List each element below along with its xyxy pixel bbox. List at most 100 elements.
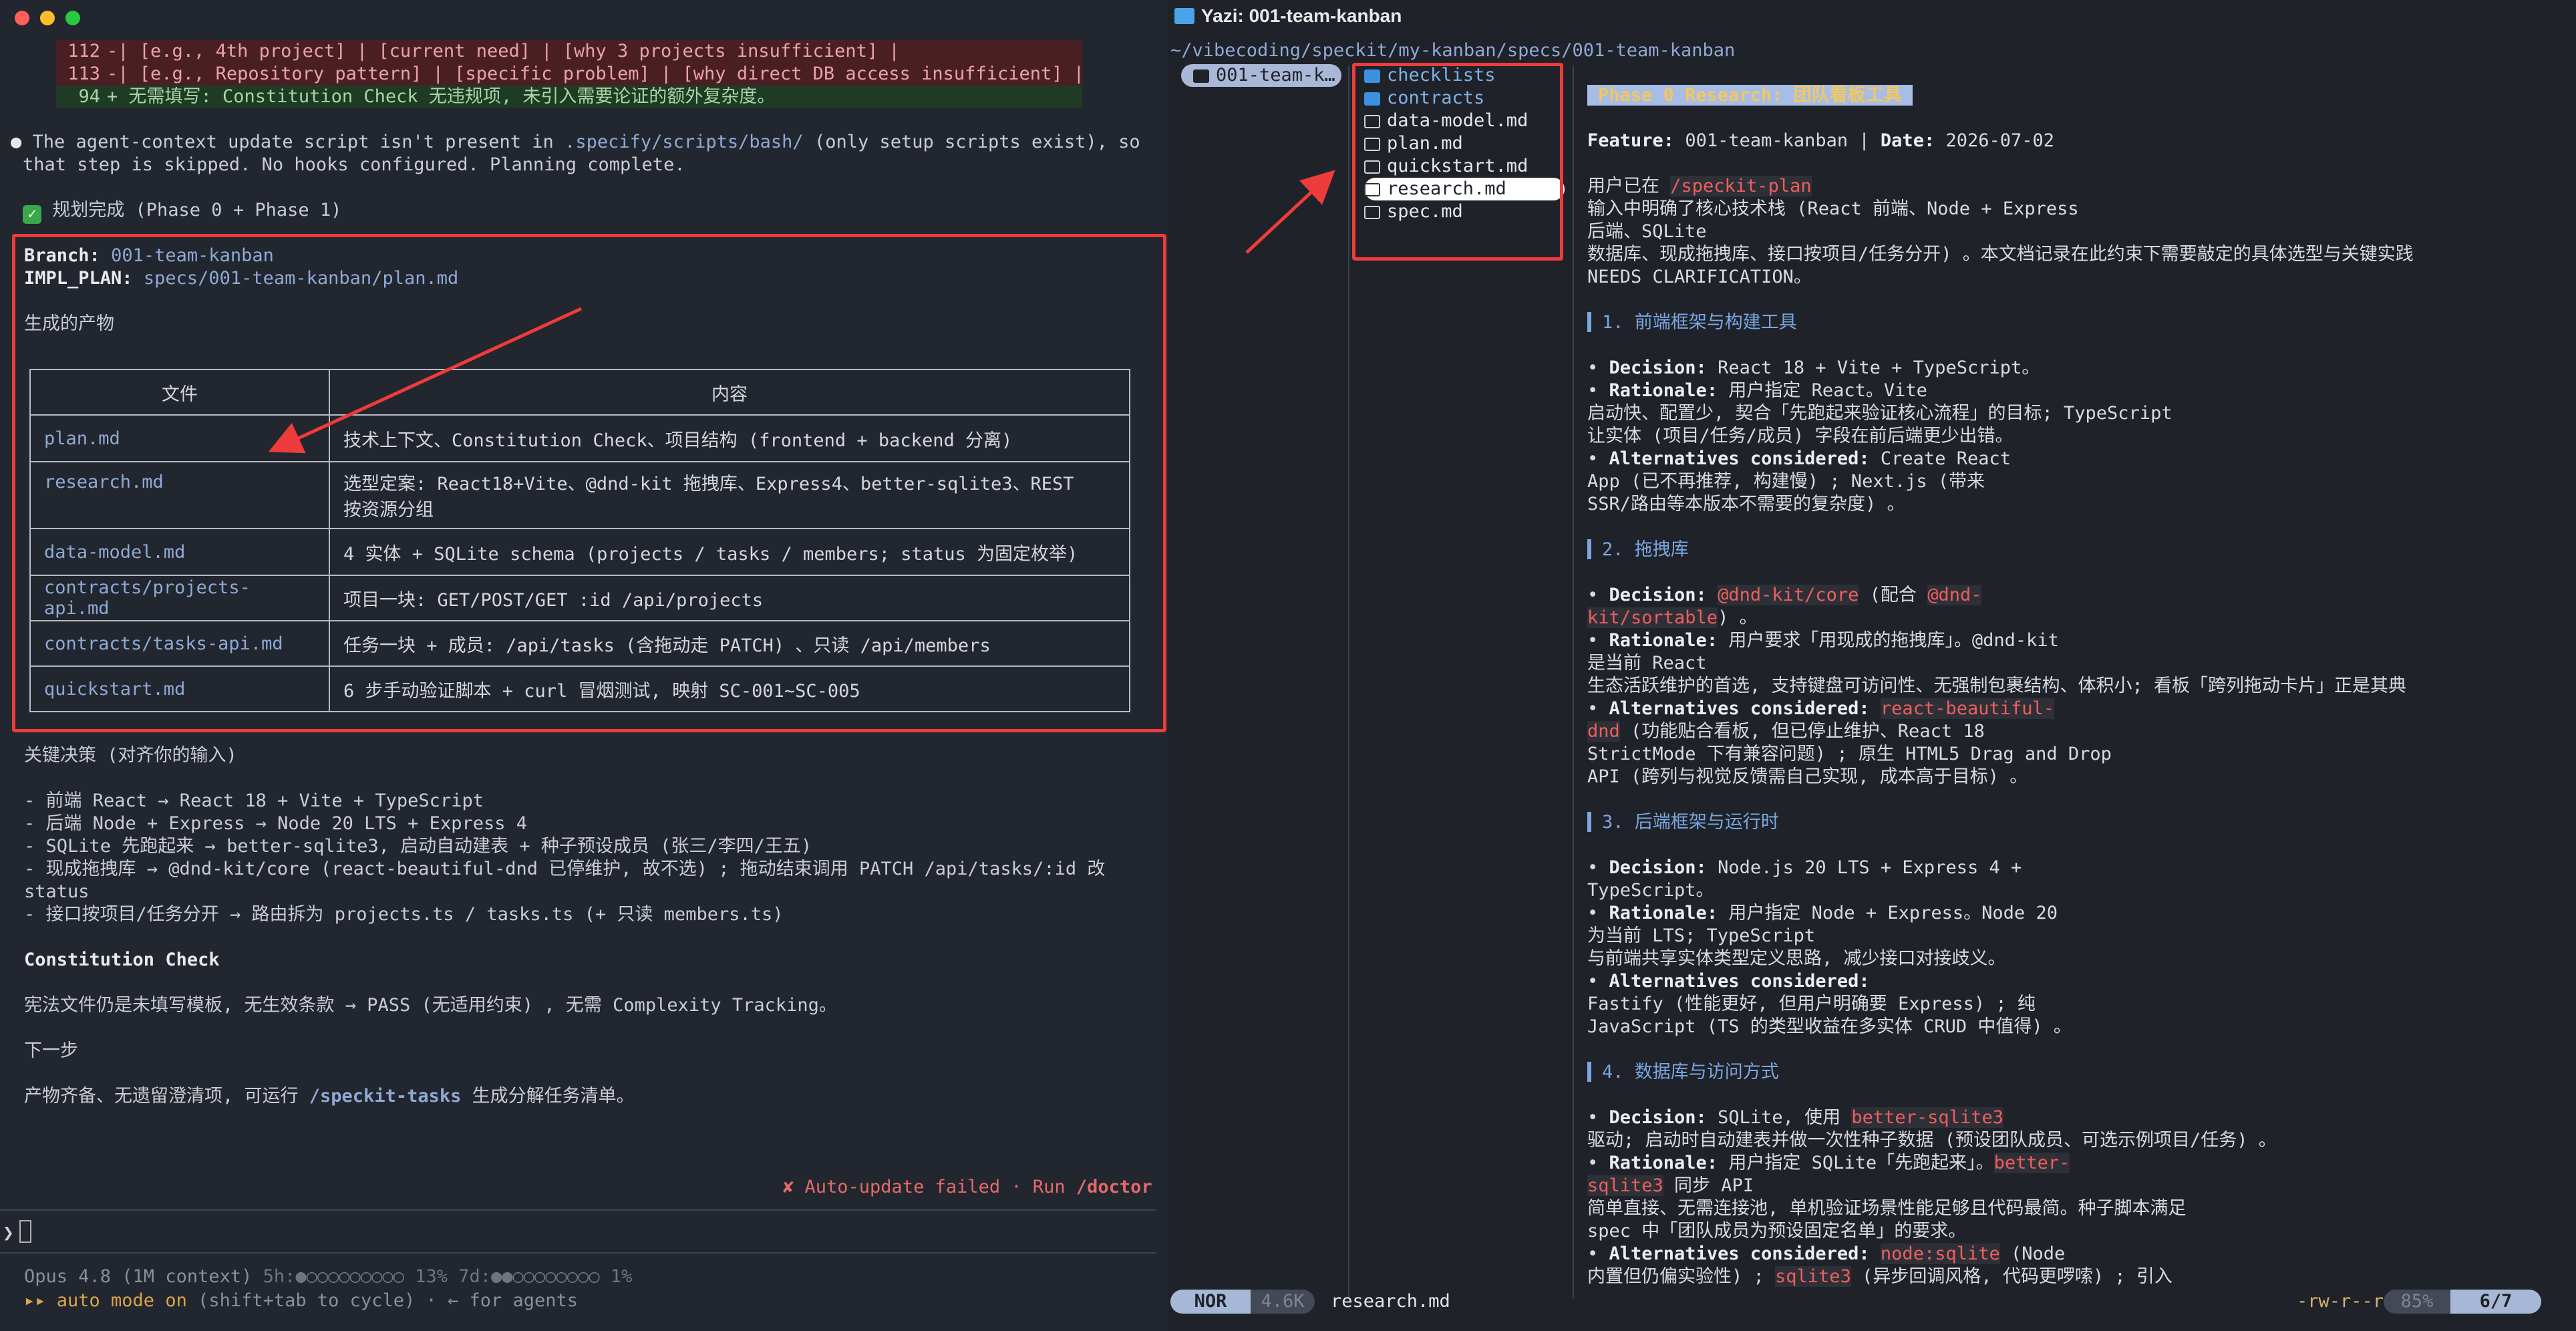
yazi-pane: Yazi: 001-team-kanban ~/vibecoding/speck… — [1168, 0, 2576, 1331]
highlight-box-files — [1352, 63, 1563, 261]
divider — [0, 1252, 1156, 1253]
table-cell-content: 6 步手动验证脚本 + curl 冒烟测试, 映射 SC-001~SC-005 — [329, 666, 1130, 712]
preview-line: 用户已在 /speckit-plan — [1587, 175, 1812, 198]
date-label: Date: — [1880, 130, 1935, 151]
preview-line: dnd (功能贴合看板, 但已停止维护、React 18 — [1587, 721, 1985, 742]
entry-position: 6/7 — [2450, 1290, 2541, 1314]
folder-icon — [1174, 8, 1194, 24]
preview-line: • Rationale: 用户指定 SQLite「先跑起来」。better- — [1587, 1153, 2070, 1173]
preview-line: Fastify (性能更好, 但用户明确要 Express) ; 纯 — [1587, 994, 2036, 1014]
diff-line: 113 -| [e.g., Repository pattern] | [spec… — [56, 63, 1084, 86]
minimize-window-button[interactable] — [40, 11, 55, 25]
table-row: plan.md 技术上下文、Constitution Check、项目结构 (f… — [29, 414, 1130, 462]
next-text: 产物齐备、无遗留澄清项, 可运行 /speckit-tasks 生成分解任务清单… — [24, 1085, 635, 1108]
note-text: The agent-context update script isn't pr… — [32, 132, 554, 152]
diff-sign: - — [107, 41, 118, 61]
yazi-titlebar: Yazi: 001-team-kanban — [1168, 0, 2576, 33]
line-number: 94 — [78, 86, 100, 107]
preview-line: • Decision: @dnd-kit/core (配合 @dnd- — [1587, 585, 1982, 605]
preview-line: spec 中「团队成员为预设固定名单」的要求。 — [1587, 1221, 1967, 1241]
section-title: 2. 拖拽库 — [1602, 539, 1689, 560]
preview-line: 让实体 (项目/任务/成员) 字段在前后端更少出错。 — [1587, 426, 2014, 446]
agent-terminal-pane: 112 -| [e.g., 4th project] | [current nee… — [0, 0, 1166, 1331]
preview-line: sqlite3 同步 API — [1587, 1175, 1754, 1196]
note-text: that step is skipped. No hooks configure… — [23, 154, 685, 175]
preview-line: JavaScript (TS 的类型收益在多实体 CRUD 中值得) 。 — [1587, 1016, 2072, 1037]
model-status: Opus 4.8 (1M context) 5h:●○○○○○○○○○ 13% … — [24, 1266, 632, 1288]
scroll-percent: 85% — [2384, 1290, 2450, 1314]
auto-mode-hint: (shift+tab to cycle) · ← for agents — [198, 1290, 579, 1311]
preview-line: 数据库、现成拖拽库、接口按项目/任务分开) 。本文档记录在此约束下需要敲定的具体… — [1587, 244, 2414, 265]
table-cell-content: 任务一块 + 成员: /api/tasks (含拖动走 PATCH) 、只读 /… — [329, 620, 1130, 667]
table-cell-file: research.md — [29, 461, 330, 529]
note-text: (only setup scripts exist), so — [814, 132, 1140, 152]
next-title: 下一步 — [24, 1040, 78, 1061]
column-header-file: 文件 — [29, 369, 330, 416]
close-window-button[interactable] — [15, 11, 29, 25]
table-cell-file: data-model.md — [29, 528, 330, 576]
column-header-content: 内容 — [329, 369, 1130, 416]
mode-indicator: NOR — [1170, 1290, 1251, 1314]
preview-line: TypeScript。 — [1587, 880, 1714, 901]
column-divider — [1348, 65, 1349, 1299]
divider — [0, 1209, 1156, 1211]
auto-update-warning: ✘ Auto-update failed · Run /doctor — [783, 1176, 1152, 1199]
next-command[interactable]: /speckit-tasks — [309, 1086, 462, 1106]
preview-line: StrictMode 下有兼容问题) ; 原生 HTML5 Drag and D… — [1587, 744, 2112, 764]
section-title: 4. 数据库与访问方式 — [1602, 1062, 1779, 1082]
decision-item: - 现成拖拽库 → @dnd-kit/core (react-beautiful… — [24, 859, 1106, 879]
diff-sign: - — [107, 63, 118, 84]
preview-line: • Decision: Node.js 20 LTS + Express 4 + — [1587, 857, 2022, 878]
decision-item: status — [24, 881, 90, 902]
preview-line: 简单直接、无需连接池, 单机验证场景性能足够且代码最简。种子脚本满足 — [1587, 1198, 2187, 1219]
preview-line: • Alternatives considered: node:sqlite (… — [1587, 1243, 2066, 1264]
constitution-title: Constitution Check — [24, 949, 220, 970]
model-name: Opus 4.8 (1M context) — [24, 1266, 253, 1287]
preview-h2: 2. 拖拽库 — [1587, 539, 1689, 561]
heading-bar — [1587, 312, 1591, 332]
preview-line: kit/sortable) 。 — [1587, 607, 1758, 628]
table-cell-content: 4 实体 + SQLite schema (projects / tasks /… — [329, 528, 1130, 576]
agent-note: ● The agent-context update script isn't … — [11, 131, 1140, 154]
inline-code: /speckit-plan — [1670, 176, 1812, 196]
decision-item: - SQLite 先跑起来 → better-sqlite3, 启动自动建表 +… — [24, 836, 812, 857]
impl-plan-line: IMPL_PLAN: specs/001-team-kanban/plan.md — [24, 267, 458, 290]
heading-bar — [1587, 539, 1591, 559]
doctor-command[interactable]: /doctor — [1076, 1177, 1152, 1197]
usage-5h: 5h:●○○○○○○○○○ 13% — [263, 1266, 448, 1287]
diff-text: | [e.g., Repository pattern] | [specific… — [118, 63, 1084, 84]
preview-h2: 3. 后端框架与运行时 — [1587, 811, 1779, 834]
table-row: contracts/tasks-api.md 任务一块 + 成员: /api/t… — [29, 620, 1130, 667]
decision-item: - 接口按项目/任务分开 → 路由拆为 projects.ts / tasks.… — [24, 904, 784, 925]
preview-line: • Rationale: 用户指定 Node + Express。Node 20 — [1587, 903, 2058, 923]
auto-mode-label[interactable]: ▸▸ auto mode on — [24, 1290, 187, 1311]
current-path: ~/vibecoding/speckit/my-kanban/specs/001… — [1170, 40, 1736, 61]
impl-plan-value: specs/001-team-kanban/plan.md — [143, 268, 459, 289]
preview-line: API (跨列与视觉反馈需自己实现, 成本高于目标) 。 — [1587, 766, 2028, 787]
preview-line: 驱动; 启动时自动建表并做一次性种子数据 (预设团队成员、可选示例项目/任务) … — [1587, 1130, 2277, 1151]
section-title: 3. 后端框架与运行时 — [1602, 812, 1779, 833]
preview-h1: Phase 0 Research: 团队看板工具 — [1587, 84, 1913, 107]
line-number: 113 — [67, 63, 100, 84]
section-title: 1. 前端框架与构建工具 — [1602, 312, 1797, 333]
preview-line: • Rationale: 用户要求「用现成的拖拽库」。@dnd-kit — [1587, 630, 2059, 651]
done-title-text: 规划完成 (Phase 0 + Phase 1) — [52, 200, 342, 220]
prompt-input[interactable]: ❯ — [3, 1220, 31, 1243]
preview-line: 生态活跃维护的首选, 支持键盘可访问性、无强制包裹结构、体积小; 看板「跨列拖动… — [1587, 676, 2407, 696]
preview-line: 输入中明确了核心技术栈 (React 前端、Node + Express — [1587, 198, 2079, 219]
preview-line: • Alternatives considered: Create React — [1587, 448, 2011, 469]
screen: 112 -| [e.g., 4th project] | [current nee… — [0, 0, 2576, 1331]
preview-line: 后端、SQLite — [1587, 221, 1707, 242]
parent-dir-selected[interactable]: 001-team-k… — [1181, 64, 1341, 87]
feature-value: 001-team-kanban | — [1685, 130, 1881, 151]
table-cell-file: contracts/projects-api.md — [29, 575, 330, 621]
preview-line: • Alternatives considered: react-beautif… — [1587, 698, 2055, 719]
table-row: contracts/projects-api.md 项目一块: GET/POST… — [29, 575, 1130, 621]
zoom-window-button[interactable] — [65, 11, 80, 25]
done-title: ✓ 规划完成 (Phase 0 + Phase 1) — [23, 199, 341, 224]
preview-line: 内置但仍偏实验性) ; sqlite3 (异步回调风格, 代码更啰嗦) ; 引入 — [1587, 1266, 2172, 1287]
yazi-statusbar: NOR 4.6K research.md -rw-r--r-- 85% 6/7 — [1168, 1290, 2576, 1314]
auto-mode-status: ▸▸ auto mode on (shift+tab to cycle) · ←… — [24, 1290, 578, 1312]
table-row: data-model.md 4 实体 + SQLite schema (proj… — [29, 528, 1130, 576]
decisions-title: 关键决策 (对齐你的输入) — [24, 744, 237, 767]
